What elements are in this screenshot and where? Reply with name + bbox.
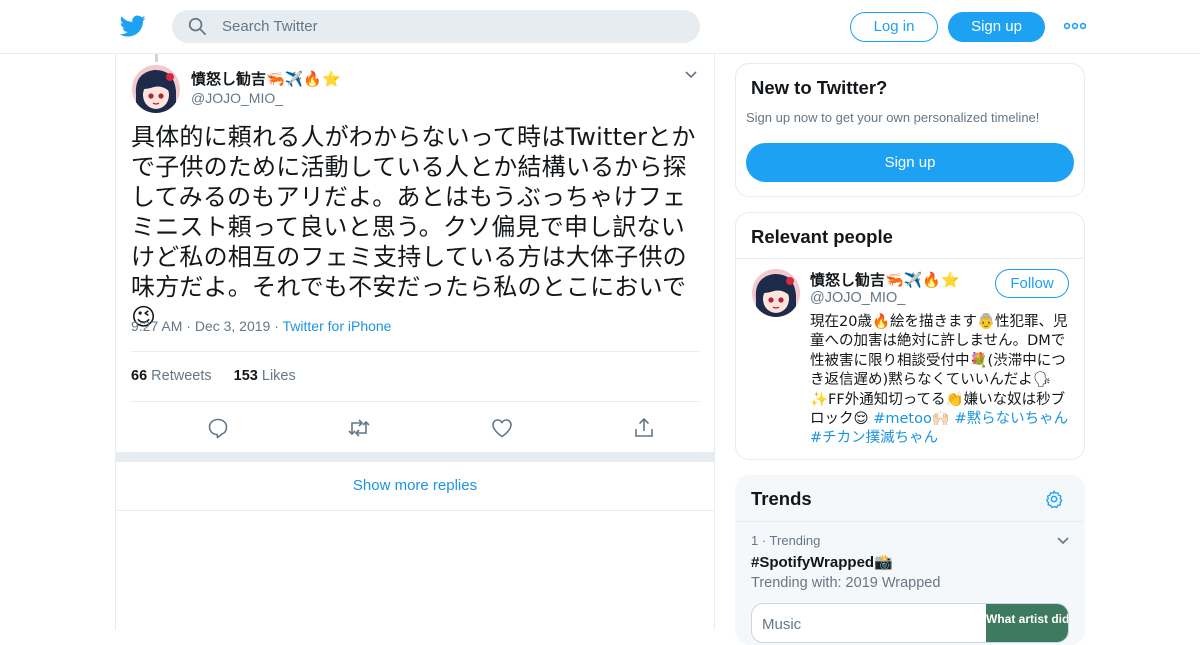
likes-count: 153 (233, 368, 258, 384)
follow-button[interactable]: Follow (995, 269, 1069, 298)
author-display-name[interactable]: 憤怒し勧吉🦐✈️🔥⭐ (191, 68, 341, 89)
top-navigation-bar: Log in Sign up (0, 0, 1200, 54)
retweets-stat[interactable]: 66 Retweets (131, 368, 212, 384)
card-title: Relevant people (751, 226, 893, 247)
signup-button[interactable]: Sign up (948, 12, 1045, 42)
meta-separator: · (274, 318, 283, 334)
hashtag-link[interactable]: #チカン撲滅ちゃん (810, 430, 938, 446)
card-subtitle: Sign up now to get your own personalized… (746, 110, 1040, 125)
trend-name[interactable]: #SpotifyWrapped📸 (751, 553, 893, 571)
retweets-label: Retweets (151, 368, 212, 384)
likes-label: Likes (261, 368, 296, 384)
reply-icon[interactable] (206, 416, 230, 440)
section-separator (116, 452, 714, 462)
tweet-actions (131, 414, 699, 444)
like-icon[interactable] (490, 416, 514, 440)
tweet-source-link[interactable]: Twitter for iPhone (283, 318, 392, 334)
tweet-stats: 66 Retweets 153 Likes (131, 368, 296, 384)
person-display-name[interactable]: 憤怒し勧吉🦐✈️🔥⭐ (810, 269, 960, 290)
new-to-twitter-card: New to Twitter? Sign up now to get your … (735, 63, 1085, 197)
card-title: New to Twitter? (751, 77, 888, 98)
search-icon (188, 17, 206, 35)
retweet-icon[interactable] (347, 416, 371, 440)
show-more-replies-link[interactable]: Show more replies (116, 462, 714, 511)
person-handle[interactable]: @JOJO_MIO_ (810, 290, 905, 306)
relevant-people-card: Relevant people 憤怒し勧吉🦐✈️🔥⭐ @JOJO_MIO_ Fo… (735, 212, 1085, 460)
search-box[interactable] (172, 10, 700, 43)
gear-icon[interactable] (1044, 489, 1064, 509)
bio-emoji: 🙌🏻 (931, 411, 950, 428)
trend-rank: 1 · Trending (751, 533, 821, 548)
sidebar-signup-button[interactable]: Sign up (746, 143, 1074, 182)
meta-separator: · (186, 318, 195, 334)
avatar[interactable] (752, 269, 800, 317)
hashtag-link[interactable]: #metoo (873, 411, 932, 427)
twitter-logo-icon[interactable] (120, 13, 146, 39)
divider (736, 258, 1084, 259)
trend-trending-with: Trending with: 2019 Wrapped (751, 575, 941, 591)
tweet-time[interactable]: 9:27 AM (131, 318, 182, 334)
avatar[interactable] (132, 65, 180, 113)
share-icon[interactable] (632, 416, 656, 440)
divider (131, 351, 699, 352)
trend-card-thumbnail: What artist did (986, 604, 1068, 642)
avatar-illustration (752, 269, 800, 317)
more-options-icon[interactable] (1064, 20, 1086, 32)
tweet-detail-column: 憤怒し勧吉🦐✈️🔥⭐ @JOJO_MIO_ 具体的に頼れる人がわからないって時は… (115, 54, 715, 630)
divider (131, 401, 699, 402)
hashtag-link[interactable]: #黙らないちゃん (955, 411, 1069, 427)
likes-stat[interactable]: 153 Likes (234, 368, 296, 384)
trends-card: Trends 1 · Trending #SpotifyWrapped📸 Tre… (735, 475, 1085, 645)
trend-card-label: Music (762, 616, 802, 633)
tweet-date[interactable]: Dec 3, 2019 (195, 318, 271, 334)
divider (736, 521, 1084, 522)
search-input[interactable] (222, 10, 682, 43)
tweet-metadata: 9:27 AM · Dec 3, 2019 · Twitter for iPho… (131, 318, 391, 334)
author-handle[interactable]: @JOJO_MIO_ (191, 90, 283, 106)
retweets-count: 66 (131, 368, 148, 384)
card-title: Trends (751, 488, 812, 509)
thread-connector (155, 54, 158, 62)
person-bio: 現在20歳🔥絵を描きます👵性犯罪、児童への加害は絶対に許しません。DMで性被害に… (810, 313, 1072, 449)
trend-media-card[interactable]: Music What artist did (751, 603, 1069, 643)
avatar-illustration (132, 65, 180, 113)
chevron-down-icon[interactable] (684, 70, 698, 80)
chevron-down-icon[interactable] (1056, 536, 1070, 546)
login-button[interactable]: Log in (850, 12, 938, 42)
tweet-text: 具体的に頼れる人がわからないって時はTwitterとかで子供のために活動している… (131, 123, 696, 331)
